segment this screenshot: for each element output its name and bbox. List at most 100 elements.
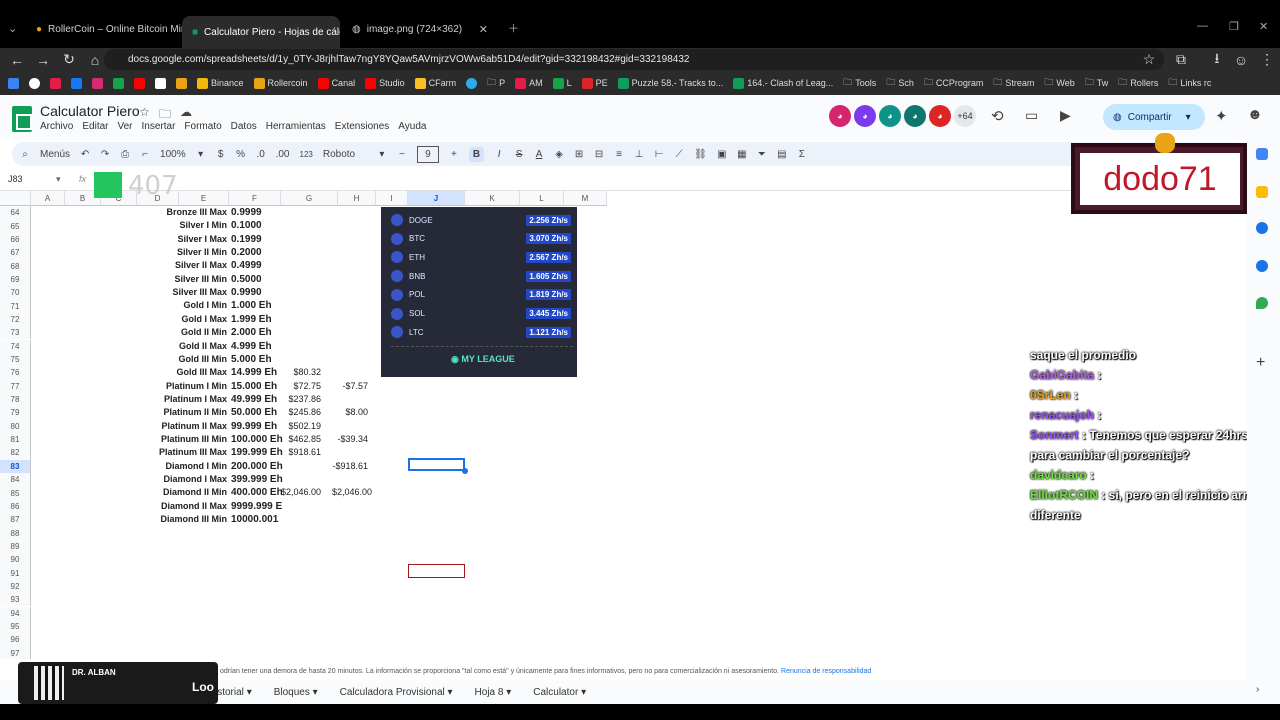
gemini-icon[interactable]: ✦ [1215,107,1228,125]
chart-icon[interactable]: ▦ [737,149,747,160]
row-header[interactable]: 72 [0,312,31,327]
align-left-icon[interactable]: ≡ [614,149,624,160]
menu-archivo[interactable]: Archivo [40,121,73,132]
address-bar[interactable]: docs.google.com/spreadsheets/d/1y_0TY-J8… [104,49,1164,70]
account-avatar[interactable]: ☻ [1247,106,1263,123]
bookmark-canal[interactable]: Canal [317,77,355,89]
column-header[interactable]: K [465,191,520,206]
row-header[interactable]: 83 [0,459,31,473]
price-cell[interactable]: $80.32 [275,367,321,377]
column-header[interactable]: I [376,191,408,206]
bookmark-clash[interactable]: 164.- Clash of Leag... [733,77,833,89]
tasks-icon[interactable] [1256,222,1268,234]
row-header[interactable]: 64 [0,206,31,220]
row-header[interactable]: 85 [0,486,31,500]
forward-icon[interactable]: → [30,52,56,68]
profile-icon[interactable]: ☺ [1228,52,1254,68]
sheet-tab-calculadora-provisional[interactable]: Calculadora Provisional ▾ [340,687,453,698]
difference-cell[interactable]: $8.00 [332,407,368,417]
text-wrap-icon[interactable]: ⊢ [654,149,664,160]
value-cell[interactable]: 10000.001 [231,514,278,525]
row-header[interactable]: 66 [0,232,31,247]
bookmark-links-rc[interactable]: 🗀 Links rc [1168,75,1211,91]
row-label-cell[interactable]: Platinum I Min [166,381,227,391]
bookmark-icon-only[interactable] [155,77,166,89]
meet-icon[interactable]: ▶ [1060,107,1071,124]
row-header[interactable]: 65 [0,219,31,233]
value-cell[interactable]: 0.9990 [231,287,262,298]
row-label-cell[interactable]: Diamond II Min [163,487,227,497]
calendar-icon[interactable] [1256,148,1268,160]
bookmark-tw[interactable]: 🗀 Tw [1085,75,1109,91]
chevron-down-icon[interactable]: ▾ [196,149,206,160]
bookmark-rollers[interactable]: 🗀 Rollers [1118,75,1158,91]
vertical-align-icon[interactable]: ⊥ [634,149,644,160]
undo-icon[interactable]: ↶ [80,149,90,160]
row-header[interactable]: 69 [0,272,31,287]
row-header[interactable]: 81 [0,432,31,447]
row-label-cell[interactable]: Platinum II Max [161,421,227,431]
value-cell[interactable]: 0.1000 [231,220,262,231]
row-header[interactable]: 77 [0,379,31,393]
bookmark-l[interactable]: L [552,77,572,89]
highlighted-cell[interactable] [408,564,465,578]
row-header[interactable]: 94 [0,606,31,620]
column-header[interactable]: M [564,191,607,206]
bookmark-puzzle[interactable]: Puzzle 58.- Tracks to... [617,77,723,89]
bold-button[interactable]: B [468,146,485,162]
row-header[interactable]: 75 [0,352,31,367]
active-cell[interactable] [408,458,465,471]
font-size-decrease-icon[interactable]: − [397,149,407,160]
row-header[interactable]: 96 [0,633,31,647]
menu-formato[interactable]: Formato [184,121,221,132]
row-label-cell[interactable]: Platinum III Min [161,434,227,444]
row-label-cell[interactable]: Platinum I Max [164,394,227,404]
bookmark-icon-only[interactable] [8,77,19,89]
search-menus-icon[interactable]: ⌕ [20,149,30,160]
row-label-cell[interactable]: Platinum III Max [159,447,227,457]
row-label-cell[interactable]: Diamond I Max [163,474,227,484]
reload-icon[interactable]: ↻ [56,51,82,68]
menu-herramientas[interactable]: Herramientas [266,121,326,132]
text-rotation-icon[interactable]: ⟋ [674,149,684,160]
row-label-cell[interactable]: Silver III Min [174,274,227,284]
value-cell[interactable]: 4.999 Eh [231,341,272,352]
chevron-down-icon[interactable]: ▾ [377,149,387,160]
bookmark-p[interactable]: 🗀 P [487,75,505,91]
row-header[interactable]: 76 [0,366,31,380]
back-icon[interactable]: ← [4,52,30,68]
row-header[interactable]: 87 [0,513,31,527]
sheets-logo-icon[interactable] [12,106,32,132]
row-header[interactable]: 82 [0,446,31,460]
formula-input[interactable] [96,172,1236,188]
browser-tab-calculator[interactable]: ■ Calculator Piero - Hojas de cálc ✕ [182,16,340,48]
increase-decimal-button[interactable]: .00 [276,149,290,160]
sheet-tab-bloques[interactable]: Bloques ▾ [274,687,318,698]
avatar[interactable]: ◕ [829,105,851,127]
row-label-cell[interactable]: Diamond III Min [161,514,228,524]
price-cell[interactable]: $245.86 [275,407,321,417]
row-label-cell[interactable]: Diamond II Max [161,501,227,511]
more-formats-button[interactable]: 123 [300,150,313,159]
row-header[interactable]: 90 [0,553,31,567]
text-color-button[interactable]: A [534,149,544,160]
difference-cell[interactable]: -$918.61 [332,461,368,471]
price-cell[interactable]: $502.19 [275,421,321,431]
keep-icon[interactable] [1256,186,1268,198]
value-cell[interactable]: 0.9999 [231,207,262,218]
star-icon[interactable]: ☆ [139,105,150,119]
bookmark-icon-only[interactable] [92,77,103,89]
filter-icon[interactable]: ⏷ [757,149,767,160]
row-header[interactable]: 84 [0,473,31,487]
chevron-down-icon[interactable]: ▾ [56,174,61,185]
column-header[interactable]: A [31,191,65,206]
menu-editar[interactable]: Editar [82,121,108,132]
row-header[interactable]: 67 [0,246,31,260]
menu-ayuda[interactable]: Ayuda [398,121,426,132]
value-cell[interactable]: 200.000 Eh [231,461,283,472]
kebab-menu-icon[interactable]: ⋮ [1254,51,1280,68]
row-label-cell[interactable]: Gold III Max [176,367,227,377]
percent-format-button[interactable]: % [236,149,246,160]
download-icon[interactable]: ⭳ [1204,48,1230,72]
avatar-overflow-count[interactable]: +64 [954,105,976,127]
